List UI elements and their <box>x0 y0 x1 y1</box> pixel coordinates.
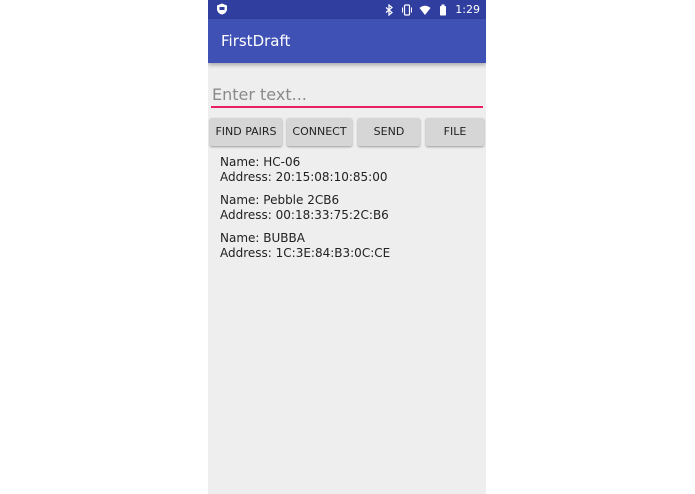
phone-screen: 1:29 FirstDraft FIND PAIRS CONNECT SEND … <box>208 0 486 494</box>
wifi-icon <box>419 5 431 15</box>
device-name: Name: BUBBA <box>220 231 305 245</box>
text-input[interactable] <box>211 82 483 108</box>
connect-button[interactable]: CONNECT <box>287 118 352 146</box>
device-address: Address: 00:18:33:75:2C:B6 <box>220 208 389 222</box>
device-name: Name: HC-06 <box>220 155 301 169</box>
list-item[interactable]: Name: HC-06 Address: 20:15:08:10:85:00 <box>220 155 480 185</box>
send-button[interactable]: SEND <box>358 118 420 146</box>
device-address: Address: 1C:3E:84:B3:0C:CE <box>220 246 391 260</box>
bluetooth-icon <box>385 3 394 16</box>
find-pairs-button[interactable]: FIND PAIRS <box>210 118 282 146</box>
shield-icon <box>217 3 227 15</box>
vibrate-icon <box>402 3 413 16</box>
status-bar: 1:29 <box>208 0 486 19</box>
battery-icon <box>440 4 447 15</box>
device-list: Name: HC-06 Address: 20:15:08:10:85:00 N… <box>220 155 480 269</box>
status-time: 1:29 <box>455 3 480 16</box>
status-icons: 1:29 <box>383 0 480 19</box>
app-bar: FirstDraft <box>208 19 486 63</box>
button-row: FIND PAIRS CONNECT SEND FILE <box>210 118 486 146</box>
file-button[interactable]: FILE <box>426 118 484 146</box>
list-item[interactable]: Name: Pebble 2CB6 Address: 00:18:33:75:2… <box>220 193 480 223</box>
list-item[interactable]: Name: BUBBA Address: 1C:3E:84:B3:0C:CE <box>220 231 480 261</box>
device-name: Name: Pebble 2CB6 <box>220 193 340 207</box>
device-address: Address: 20:15:08:10:85:00 <box>220 170 388 184</box>
app-title: FirstDraft <box>221 32 291 50</box>
